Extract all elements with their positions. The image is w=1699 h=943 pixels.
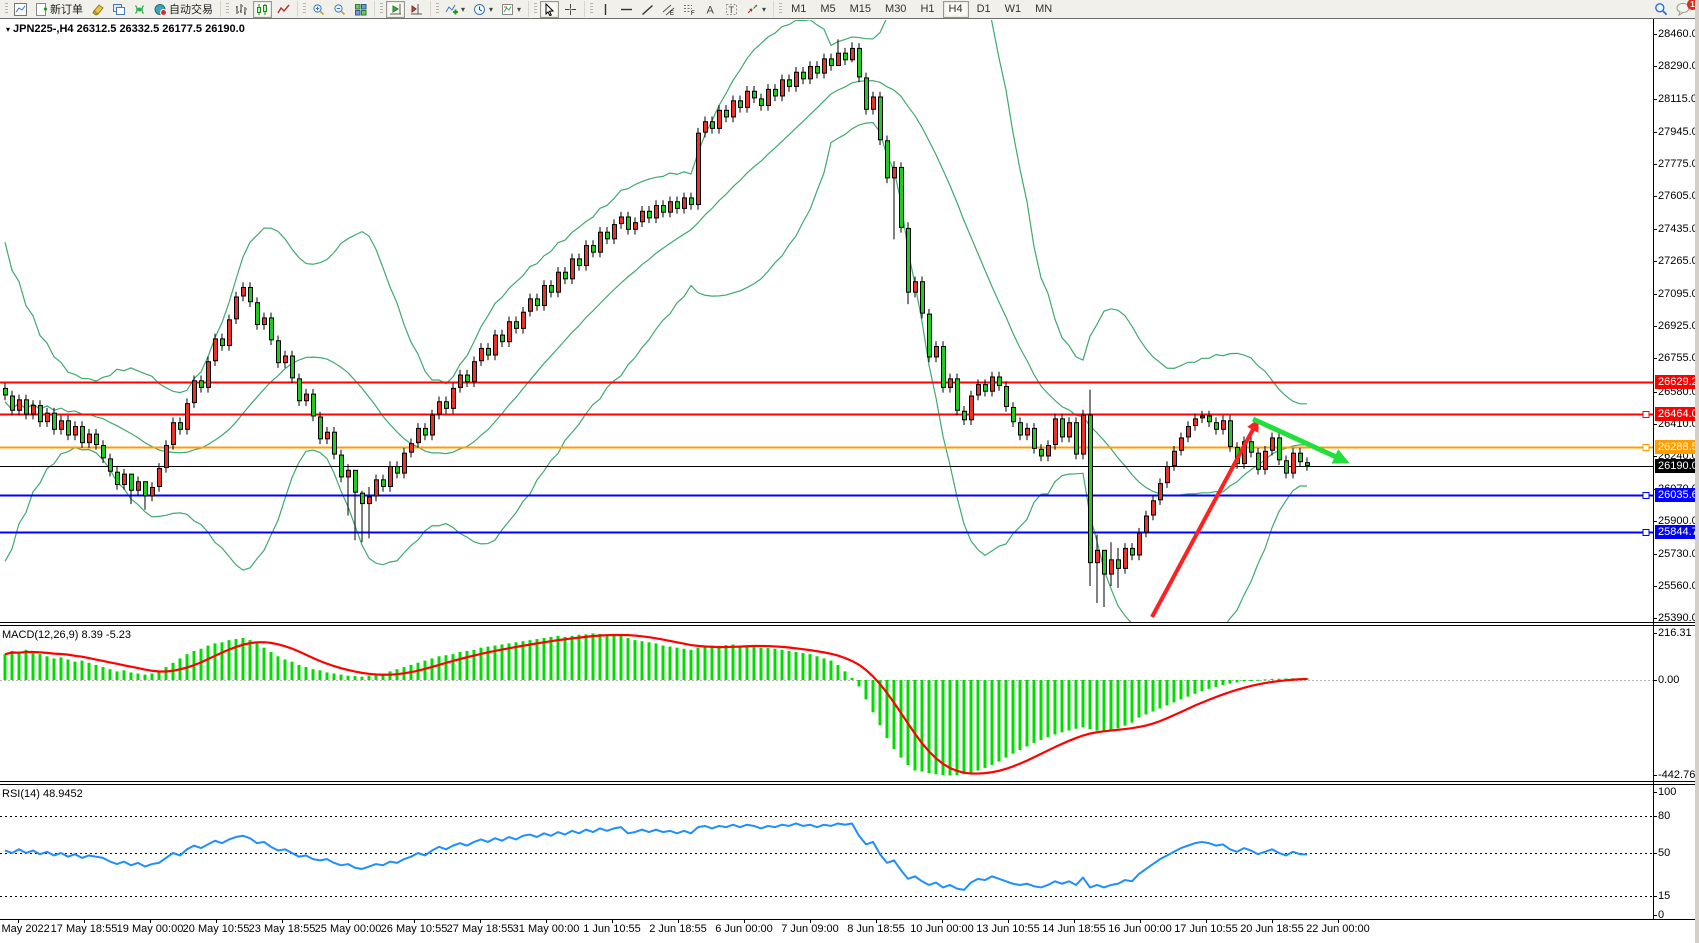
- bollinger-bands: [5, 0, 1307, 629]
- macd-tick-0.00: 0.00: [1658, 674, 1679, 686]
- time-axis-label: 26 May 10:55: [381, 923, 448, 935]
- time-axis-label: 8 Jun 18:55: [847, 923, 905, 935]
- time-axis-label: 31 May 00:00: [513, 923, 580, 935]
- price-tick-25560.0: 25560.0: [1658, 580, 1698, 592]
- price-tick-25390.0: 25390.0: [1658, 612, 1698, 624]
- price-tick-26755.0: 26755.0: [1658, 352, 1698, 364]
- line-handle[interactable]: [1643, 445, 1649, 451]
- price-tick-27605.0: 27605.0: [1658, 190, 1698, 202]
- macd-histogram: [4, 633, 1309, 775]
- price-tick-27435.0: 27435.0: [1658, 223, 1698, 235]
- price-line-label-26035.6[interactable]: 26035.6: [1655, 488, 1699, 502]
- time-axis-label: 17 May 18:55: [51, 923, 118, 935]
- rsi-line: [5, 823, 1307, 889]
- time-axis-label: 27 May 18:55: [447, 923, 514, 935]
- line-handle[interactable]: [1643, 493, 1649, 499]
- price-line-label-26190.0[interactable]: 26190.0: [1655, 459, 1699, 473]
- price-line-label-26288.5[interactable]: 26288.5: [1655, 440, 1699, 454]
- price-tick-27945.0: 27945.0: [1658, 126, 1698, 138]
- time-axis-label: 6 Jun 00:00: [715, 923, 773, 935]
- rsi-tick-50: 50: [1658, 847, 1670, 859]
- time-axis-label: 16 May 2022: [0, 923, 50, 935]
- price-tick-27095.0: 27095.0: [1658, 288, 1698, 300]
- time-axis-label: 13 Jun 10:55: [976, 923, 1040, 935]
- line-handle[interactable]: [1643, 530, 1649, 536]
- symbol-name: JPN225-,H4: [13, 23, 74, 35]
- time-axis-label: 25 May 00:00: [315, 923, 382, 935]
- time-axis-label: 22 Jun 00:00: [1306, 923, 1370, 935]
- price-line-label-26629.2[interactable]: 26629.2: [1655, 375, 1699, 389]
- rsi-tick-15: 15: [1658, 890, 1670, 902]
- rsi-tick-0: 0: [1658, 909, 1664, 921]
- line-handle[interactable]: [1643, 412, 1649, 418]
- price-tick-28460.0: 28460.0: [1658, 28, 1698, 40]
- time-axis-label: 20 Jun 18:55: [1240, 923, 1304, 935]
- price-tick-27265.0: 27265.0: [1658, 255, 1698, 267]
- time-axis-label: 14 Jun 18:55: [1042, 923, 1106, 935]
- price-tick-28115.0: 28115.0: [1658, 93, 1697, 105]
- price-tick-27775.0: 27775.0: [1658, 158, 1698, 170]
- time-axis-label: 10 Jun 00:00: [910, 923, 974, 935]
- price-line-label-25844.7[interactable]: 25844.7: [1655, 525, 1699, 539]
- time-axis-label: 19 May 00:00: [117, 923, 184, 935]
- rsi-tick-80: 80: [1658, 810, 1670, 822]
- macd-tick--442.76: -442.76: [1658, 769, 1695, 781]
- time-axis-label: 20 May 10:55: [183, 923, 250, 935]
- time-axis-label: 23 May 18:55: [249, 923, 316, 935]
- symbol-info-line[interactable]: ▾JPN225-,H4 26312.5 26332.5 26177.5 2619…: [6, 23, 245, 35]
- rsi-indicator-label: RSI(14) 48.9452: [2, 788, 83, 800]
- rsi-tick-100: 100: [1658, 786, 1676, 798]
- time-axis-label: 2 Jun 18:55: [649, 923, 707, 935]
- price-tick-25730.0: 25730.0: [1658, 548, 1698, 560]
- symbol-dropdown-icon[interactable]: ▾: [6, 25, 10, 34]
- macd-tick-216.31: 216.31: [1658, 627, 1692, 639]
- price-tick-28290.0: 28290.0: [1658, 60, 1698, 72]
- symbol-ohlc-values: 26312.5 26332.5 26177.5 26190.0: [77, 23, 245, 35]
- chart-canvas[interactable]: [0, 0, 1699, 943]
- time-axis-label: 1 Jun 10:55: [583, 923, 641, 935]
- time-axis-label: 16 Jun 00:00: [1108, 923, 1172, 935]
- window-edge-strip: [1695, 0, 1699, 943]
- up-trend-arrow[interactable]: [1152, 422, 1257, 617]
- time-axis-label: 7 Jun 09:00: [781, 923, 839, 935]
- price-tick-26925.0: 26925.0: [1658, 320, 1698, 332]
- time-axis-label: 17 Jun 10:55: [1174, 923, 1238, 935]
- price-line-label-26464.0[interactable]: 26464.0: [1655, 407, 1699, 421]
- macd-indicator-label: MACD(12,26,9) 8.39 -5.23: [2, 629, 131, 641]
- horizontal-level-lines[interactable]: [0, 383, 1653, 536]
- trading-terminal-window: { "colors":{ "up_candle":"#e8332a","down…: [0, 0, 1699, 943]
- candlesticks: [4, 39, 1310, 607]
